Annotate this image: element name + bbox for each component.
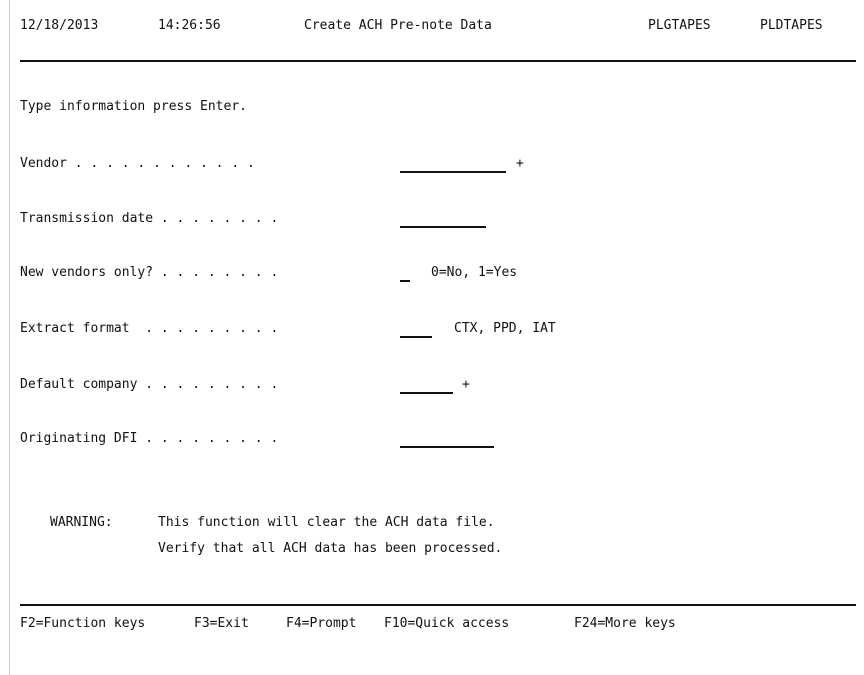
system-date: 12/18/2013: [20, 18, 99, 33]
footer-divider: [20, 604, 856, 606]
extract-format-label: Extract format . . . . . . . . .: [20, 321, 279, 336]
warning-line-1: This function will clear the ACH data fi…: [158, 515, 495, 530]
function-key-f3[interactable]: F3=Exit: [194, 615, 249, 633]
screen-title: Create ACH Pre-note Data: [304, 18, 492, 33]
transmission-date-field[interactable]: [400, 210, 486, 228]
new-vendors-only-field[interactable]: [400, 264, 410, 282]
function-key-f4[interactable]: F4=Prompt: [286, 615, 356, 633]
terminal-screen: 12/18/2013 14:26:56 Create ACH Pre-note …: [0, 0, 864, 675]
new-vendors-only-hint: 0=No, 1=Yes: [431, 265, 518, 280]
new-vendors-only-label: New vendors only? . . . . . . . .: [20, 265, 279, 280]
transmission-date-label: Transmission date . . . . . . . .: [20, 211, 279, 226]
header-divider: [20, 60, 856, 62]
screen-border: [9, 0, 10, 675]
warning-label: WARNING:: [50, 515, 113, 530]
default-company-prompt-marker: +: [462, 377, 470, 392]
vendor-prompt-marker: +: [516, 156, 524, 171]
function-key-f2[interactable]: F2=Function keys: [20, 615, 145, 633]
instruction-text: Type information press Enter.: [20, 99, 247, 114]
extract-format-field[interactable]: [400, 320, 432, 338]
warning-line-2: Verify that all ACH data has been proces…: [158, 541, 503, 556]
originating-dfi-label: Originating DFI . . . . . . . . .: [20, 431, 279, 446]
program-id: PLGTAPES: [648, 18, 711, 33]
library-id: PLDTAPES: [760, 18, 823, 33]
function-key-f24[interactable]: F24=More keys: [574, 615, 676, 633]
system-time: 14:26:56: [158, 18, 221, 33]
default-company-label: Default company . . . . . . . . .: [20, 377, 279, 392]
vendor-label: Vendor . . . . . . . . . . . .: [20, 156, 255, 171]
originating-dfi-field[interactable]: [400, 430, 494, 448]
vendor-field[interactable]: [400, 155, 506, 173]
extract-format-hint: CTX, PPD, IAT: [454, 321, 556, 336]
default-company-field[interactable]: [400, 376, 453, 394]
function-key-f10[interactable]: F10=Quick access: [384, 615, 509, 633]
